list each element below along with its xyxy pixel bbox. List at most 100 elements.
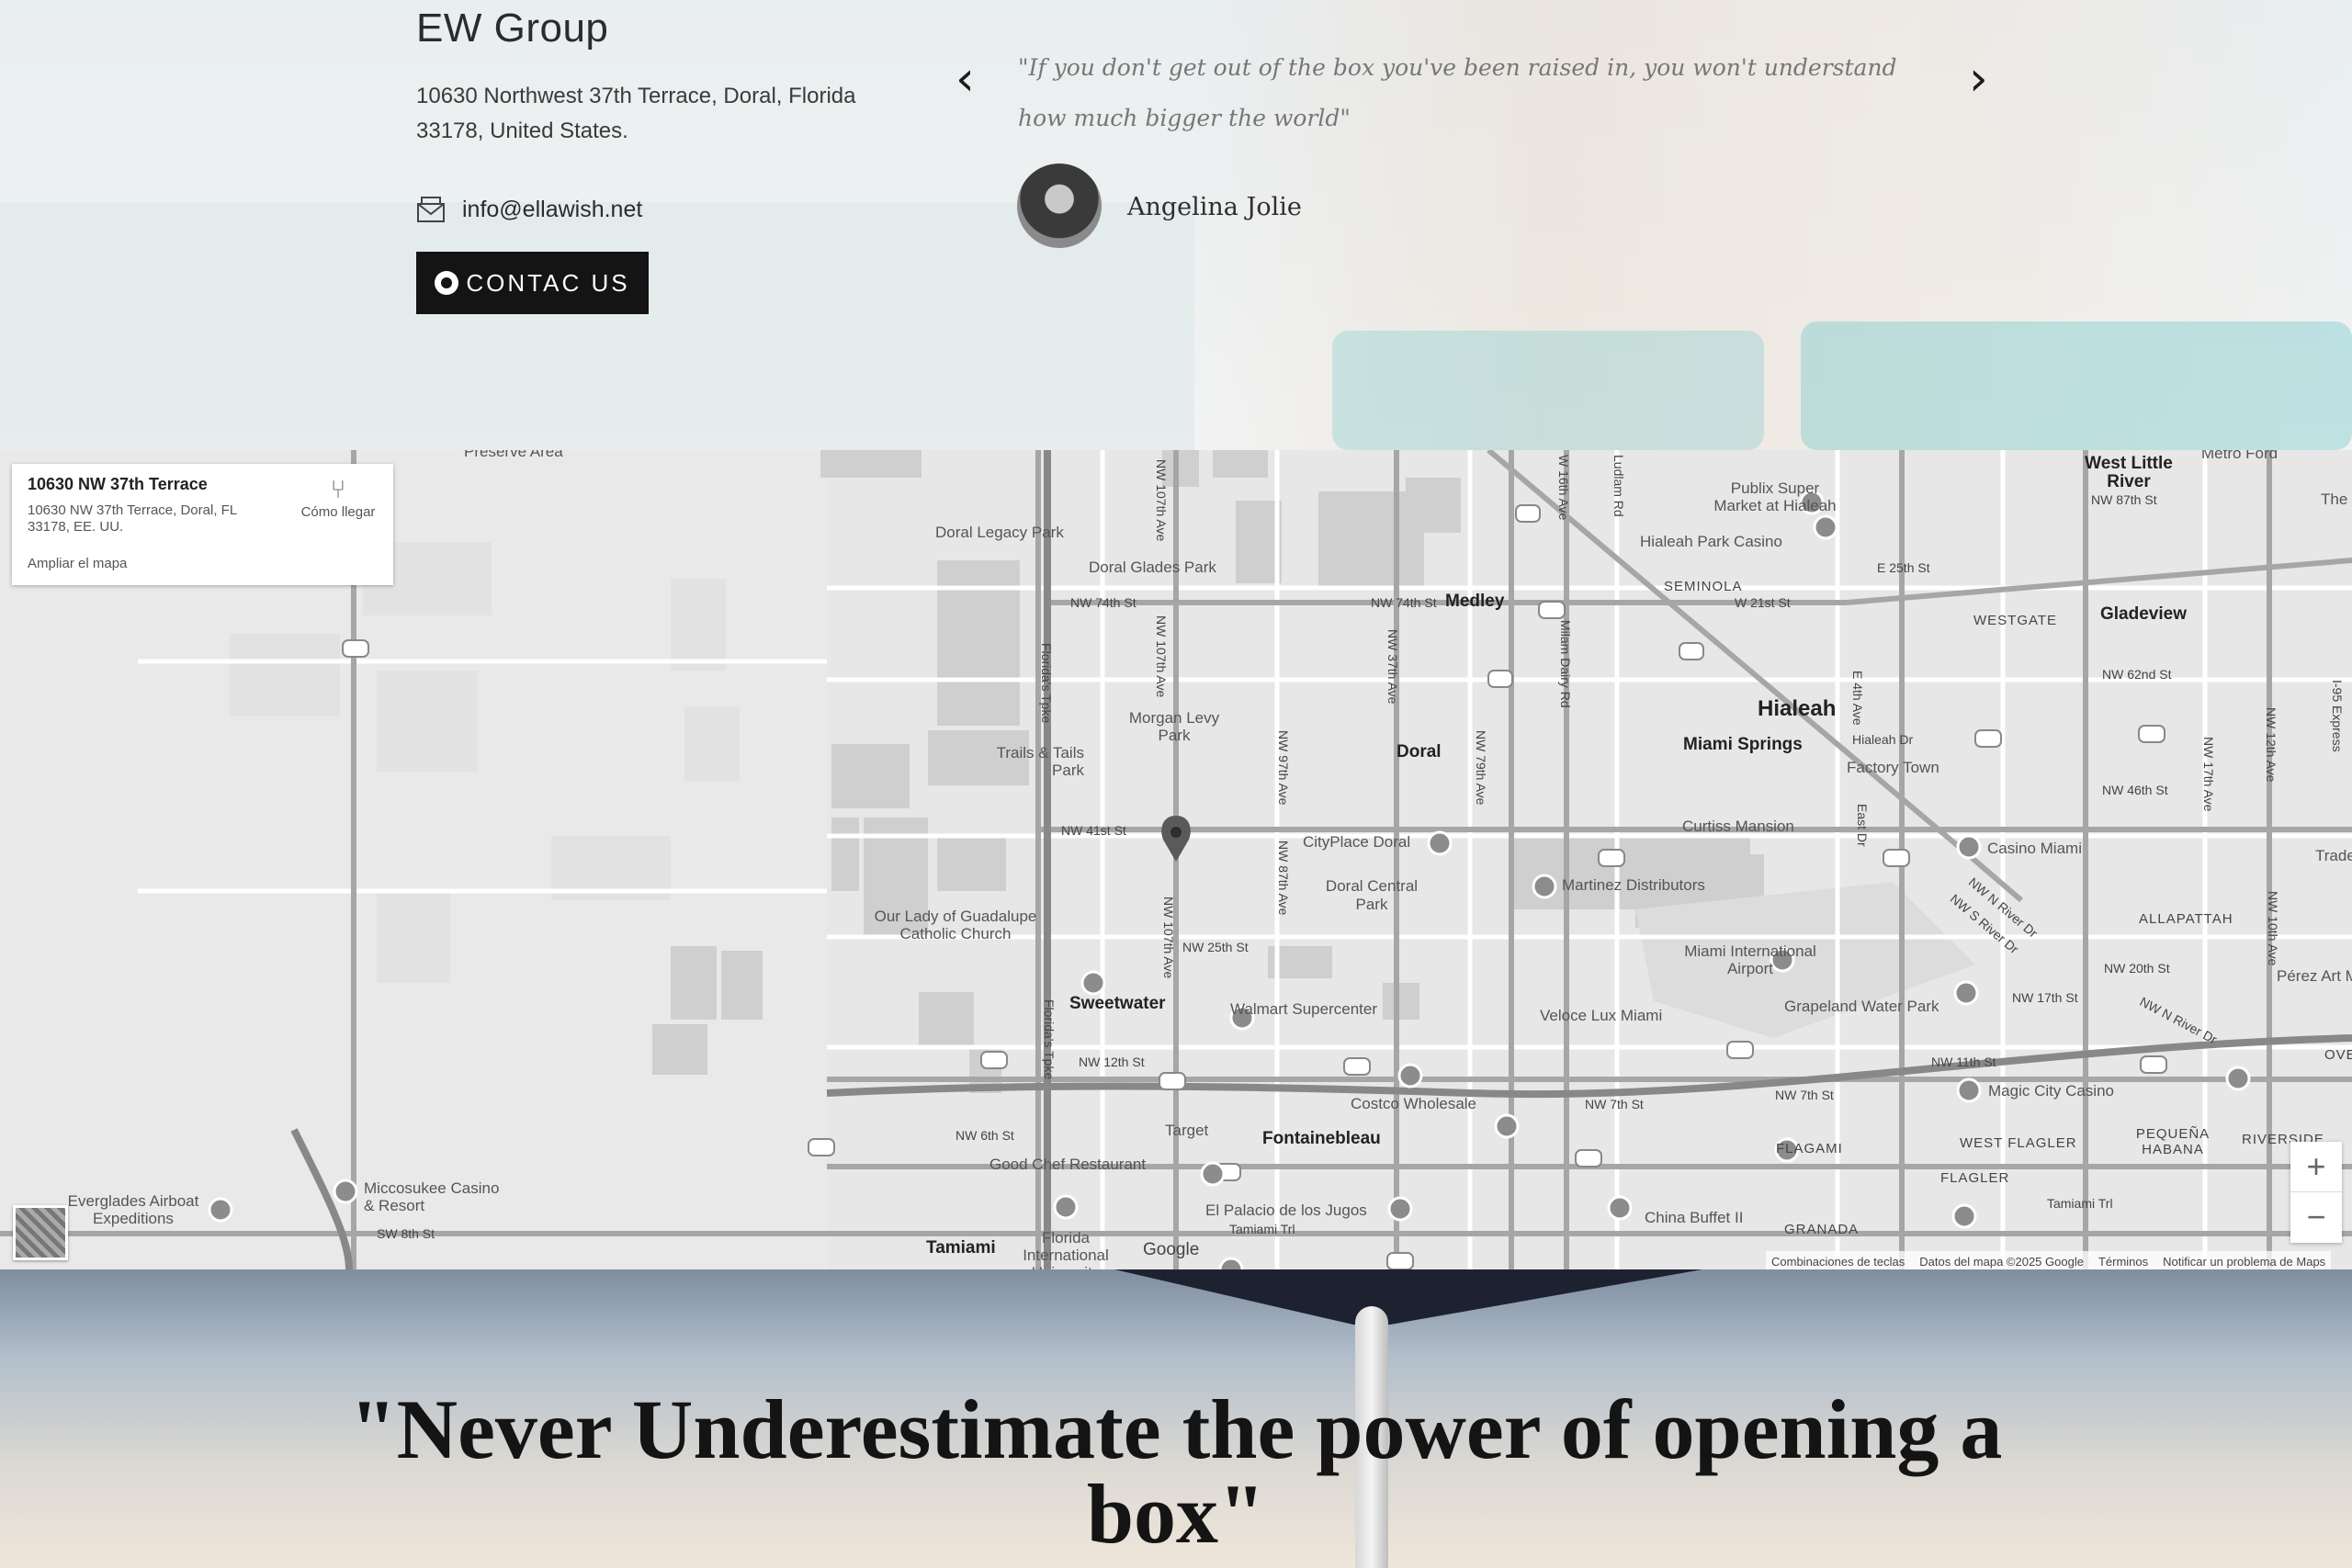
map-label: WEST FLAGLER [1960,1135,2077,1151]
map-label: Hialeah Dr [1852,732,1914,747]
directions-button[interactable]: ⑂ Cómo llegar [288,475,389,520]
map-label: NW 25th St [1182,940,1249,954]
place-address: 10630 NW 37th Terrace, Doral, FL 33178, … [28,502,237,535]
contact-us-button[interactable]: CONTAC US [416,252,649,314]
map-label: NW 6th St [956,1128,1014,1143]
map-label: Walmart Supercenter [1230,1000,1377,1018]
map-label: Fontainebleau [1262,1129,1381,1148]
map-label: Grapeland Water Park [1784,998,1939,1015]
map-label: NW 17th St [2012,990,2078,1005]
map-label: Casino Miami [1987,840,2082,857]
map-label: Florida's Tpke [1042,999,1057,1080]
map-label: Preserve Area [464,450,563,460]
envelope-icon [417,197,445,222]
map-label: W 16th Ave [1556,455,1571,521]
map-label: Doral [1396,742,1442,761]
map-label: Hialeah Park Casino [1640,533,1782,550]
map-label: SEMINOLA [1664,579,1743,594]
map-label: Ludlam Rd [1611,455,1626,517]
keyboard-shortcuts-link[interactable]: Combinaciones de teclas [1771,1255,1905,1269]
map-info-card: 10630 NW 37th Terrace 10630 NW 37th Terr… [12,464,393,585]
zoom-in-button[interactable]: + [2290,1142,2342,1191]
map-label: Miccosukee Casino & Resort [364,1179,500,1214]
whatsapp-icon [435,271,459,295]
map-label: Pérez Art M [2277,967,2352,985]
map-label: Tamiami Trl [2047,1196,2113,1211]
map-label: FLAGAMI [1776,1141,1843,1156]
background-lounger [1801,321,2352,450]
map-label: GRANADA [1784,1222,1860,1237]
map-label: Costco Wholesale [1351,1095,1477,1112]
map-label: Hialeah [1758,696,1837,721]
map-label: Gladeview [2100,604,2187,624]
map-label: Metro Ford [2201,450,2278,462]
contact-us-label: CONTAC US [466,268,630,297]
email-link[interactable]: info@ellawish.net [462,197,642,223]
email-row[interactable]: info@ellawish.net [416,193,642,226]
map-label: I-95 Express [2330,680,2345,752]
map-data-text: Datos del mapa ©2025 Google [1919,1254,2084,1269]
map-label: NW 107th Ave [1161,897,1176,979]
map-label: NW 79th Ave [1474,730,1488,806]
map-pin-icon [1161,816,1191,862]
map-label: Good Chef Restaurant [989,1156,1147,1173]
contact-section: EW Group 10630 Northwest 37th Terrace, D… [0,0,2352,450]
map-label: FLAGLER [1940,1170,2010,1186]
chevron-left-icon[interactable]: ‹ [956,55,975,103]
map-label: Target [1165,1122,1209,1139]
map-attribution: Combinaciones de teclas Datos del mapa ©… [1766,1251,2332,1269]
map-label: Doral Glades Park [1089,558,1216,576]
map-label: Magic City Casino [1988,1082,2114,1100]
map-label: E 25th St [1877,560,1930,575]
map-label: NW 20th St [2104,961,2170,976]
map-label: Trade [2315,847,2352,864]
map-label: El Palacio de los Jugos [1205,1201,1367,1219]
map-label: NW 46th St [2102,783,2168,797]
background-lounger [1332,331,1764,450]
author-avatar [1017,164,1102,248]
map-label: Morgan Levy Park [1128,709,1220,744]
map-label: Doral Central Park [1325,877,1419,913]
map-label: OVE [2324,1047,2352,1063]
map-label: NW 12th St [1079,1055,1145,1069]
map-label: NW 37th Ave [1385,629,1400,705]
banner-headline: "Never Underestimate the power of openin… [349,1382,2003,1561]
map-label: NW 11th St [1931,1055,1996,1069]
map-label: NW 97th Ave [1276,730,1291,806]
map-label: Everglades Airboat Expeditions [67,1192,199,1227]
map-label: Doral Legacy Park [935,524,1064,541]
map-label: Florida International University [1023,1229,1109,1269]
map-label: NW 74th St [1371,595,1437,610]
terms-link[interactable]: Términos [2098,1255,2148,1269]
map-label: Miami Springs [1683,735,1803,754]
company-address: 10630 Northwest 37th Terrace, Doral, Flo… [416,84,856,143]
report-problem-link[interactable]: Notificar un problema de Maps [2163,1255,2325,1269]
map-label: Our Lady of Guadalupe Catholic Church [874,908,1037,942]
zoom-control[interactable]: + − [2290,1142,2342,1243]
place-title: 10630 NW 37th Terrace [28,475,208,493]
map-label: The [2321,491,2348,508]
map-label: NW 41st St [1061,823,1126,838]
map-label: CityPlace Doral [1303,833,1411,851]
company-name: EW Group [416,6,609,51]
map-label: NW 12th Ave [2264,707,2278,783]
map-label: Trails & Tails Park [996,744,1084,779]
map-label: ALLAPATTAH [2139,911,2233,927]
map-label: SW 8th St [377,1226,435,1241]
airplane-tail [1114,1269,1702,1325]
directions-label: Cómo llegar [300,504,376,520]
map-label: China Buffet II [1645,1209,1744,1226]
map-label: NW 107th Ave [1154,459,1169,542]
testimonial-quote: "If you don't get out of the box you've … [1018,54,1897,131]
enlarge-map-link[interactable]: Ampliar el mapa [28,556,127,571]
map-label: NW 74th St [1070,595,1136,610]
directions-icon: ⑂ [330,475,346,503]
map-label: Martinez Distributors [1562,876,1705,894]
map-label: Medley [1445,592,1505,611]
map-label: West Little River [2085,454,2173,491]
map-label: NW 87th Ave [1276,840,1291,916]
satellite-toggle[interactable] [13,1205,68,1260]
chevron-right-icon[interactable]: › [1969,55,1988,103]
map-label: W 21st St [1735,595,1791,610]
zoom-out-button[interactable]: − [2290,1191,2342,1242]
